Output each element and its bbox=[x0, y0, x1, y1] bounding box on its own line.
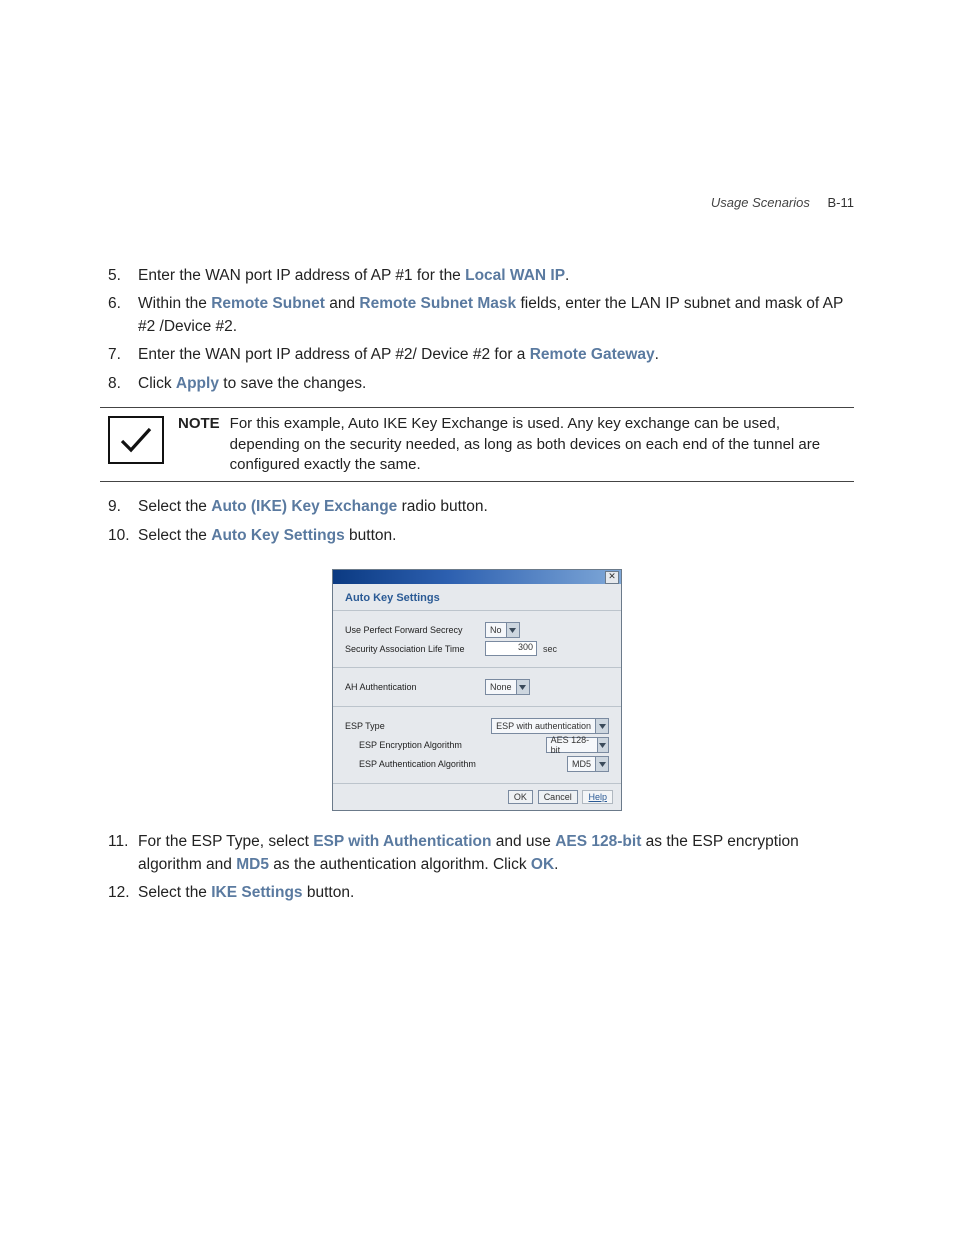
header-pageno: B-11 bbox=[828, 195, 855, 210]
label-salt: Security Association Life Time bbox=[345, 644, 485, 654]
dialog-section-ah: AH Authentication None bbox=[333, 668, 621, 707]
chevron-down-icon bbox=[595, 719, 608, 733]
term-ok: OK bbox=[531, 856, 554, 873]
step-5: 5. Enter the WAN port IP address of AP #… bbox=[100, 265, 854, 287]
term-remote-gateway: Remote Gateway bbox=[530, 346, 655, 363]
step-10: 10. Select the Auto Key Settings button. bbox=[100, 525, 854, 547]
auto-key-settings-dialog: ✕ Auto Key Settings Use Perfect Forward … bbox=[332, 569, 622, 811]
label-esp-enc: ESP Encryption Algorithm bbox=[345, 740, 546, 750]
dialog-section-general: Use Perfect Forward Secrecy No Security … bbox=[333, 611, 621, 668]
cancel-button[interactable]: Cancel bbox=[538, 790, 578, 804]
checkmark-icon bbox=[108, 416, 164, 464]
row-salt: Security Association Life Time 300 sec bbox=[345, 641, 609, 656]
select-esp-type[interactable]: ESP with authentication bbox=[491, 718, 609, 734]
dialog-buttons: OK Cancel Help bbox=[333, 783, 621, 810]
page-content: Usage Scenarios B-11 5. Enter the WAN po… bbox=[0, 0, 954, 970]
note-block: NOTE For this example, Auto IKE Key Exch… bbox=[100, 407, 854, 482]
help-button[interactable]: Help bbox=[582, 790, 613, 804]
label-esp-type: ESP Type bbox=[345, 721, 485, 731]
steps-group-c: 11. For the ESP Type, select ESP with Au… bbox=[100, 831, 854, 904]
dialog-titlebar: ✕ bbox=[333, 570, 621, 584]
chevron-down-icon bbox=[516, 680, 529, 694]
row-esp-enc: ESP Encryption Algorithm AES 128-bit bbox=[345, 737, 609, 753]
row-esp-auth: ESP Authentication Algorithm MD5 bbox=[345, 756, 609, 772]
label-ah: AH Authentication bbox=[345, 682, 485, 692]
ok-button[interactable]: OK bbox=[508, 790, 533, 804]
input-salt[interactable]: 300 bbox=[485, 641, 537, 656]
select-esp-auth[interactable]: MD5 bbox=[567, 756, 609, 772]
note-text: For this example, Auto IKE Key Exchange … bbox=[230, 414, 854, 475]
chevron-down-icon bbox=[506, 623, 519, 637]
unit-sec: sec bbox=[543, 644, 557, 654]
row-pfs: Use Perfect Forward Secrecy No bbox=[345, 622, 609, 638]
steps-group-b: 9. Select the Auto (IKE) Key Exchange ra… bbox=[100, 496, 854, 547]
dialog-section-esp: ESP Type ESP with authentication ESP Enc… bbox=[333, 707, 621, 783]
close-icon[interactable]: ✕ bbox=[605, 571, 619, 584]
chevron-down-icon bbox=[597, 738, 608, 752]
select-ah[interactable]: None bbox=[485, 679, 530, 695]
term-md5: MD5 bbox=[236, 856, 269, 873]
select-esp-enc[interactable]: AES 128-bit bbox=[546, 737, 609, 753]
steps-group-a: 5. Enter the WAN port IP address of AP #… bbox=[100, 265, 854, 395]
chevron-down-icon bbox=[595, 757, 608, 771]
header-title: Usage Scenarios bbox=[711, 195, 810, 210]
step-12: 12. Select the IKE Settings button. bbox=[100, 882, 854, 904]
step-6: 6. Within the Remote Subnet and Remote S… bbox=[100, 293, 854, 338]
term-auto-key-settings: Auto Key Settings bbox=[211, 527, 344, 544]
term-auto-ike-key-exchange: Auto (IKE) Key Exchange bbox=[211, 498, 397, 515]
term-aes-128-bit: AES 128-bit bbox=[555, 833, 641, 850]
term-local-wan-ip: Local WAN IP bbox=[465, 267, 565, 284]
row-ah: AH Authentication None bbox=[345, 679, 609, 695]
step-7: 7. Enter the WAN port IP address of AP #… bbox=[100, 344, 854, 366]
term-remote-subnet-mask: Remote Subnet Mask bbox=[359, 295, 516, 312]
running-header: Usage Scenarios B-11 bbox=[100, 195, 854, 210]
term-ike-settings: IKE Settings bbox=[211, 884, 302, 901]
term-remote-subnet: Remote Subnet bbox=[211, 295, 325, 312]
step-11: 11. For the ESP Type, select ESP with Au… bbox=[100, 831, 854, 876]
step-9: 9. Select the Auto (IKE) Key Exchange ra… bbox=[100, 496, 854, 518]
select-pfs[interactable]: No bbox=[485, 622, 520, 638]
step-8: 8. Click Apply to save the changes. bbox=[100, 373, 854, 395]
label-esp-auth: ESP Authentication Algorithm bbox=[345, 759, 567, 769]
term-apply: Apply bbox=[176, 375, 219, 392]
label-pfs: Use Perfect Forward Secrecy bbox=[345, 625, 485, 635]
note-label: NOTE bbox=[178, 414, 220, 475]
dialog-title: Auto Key Settings bbox=[333, 584, 621, 611]
row-esp-type: ESP Type ESP with authentication bbox=[345, 718, 609, 734]
term-esp-with-authentication: ESP with Authentication bbox=[313, 833, 491, 850]
